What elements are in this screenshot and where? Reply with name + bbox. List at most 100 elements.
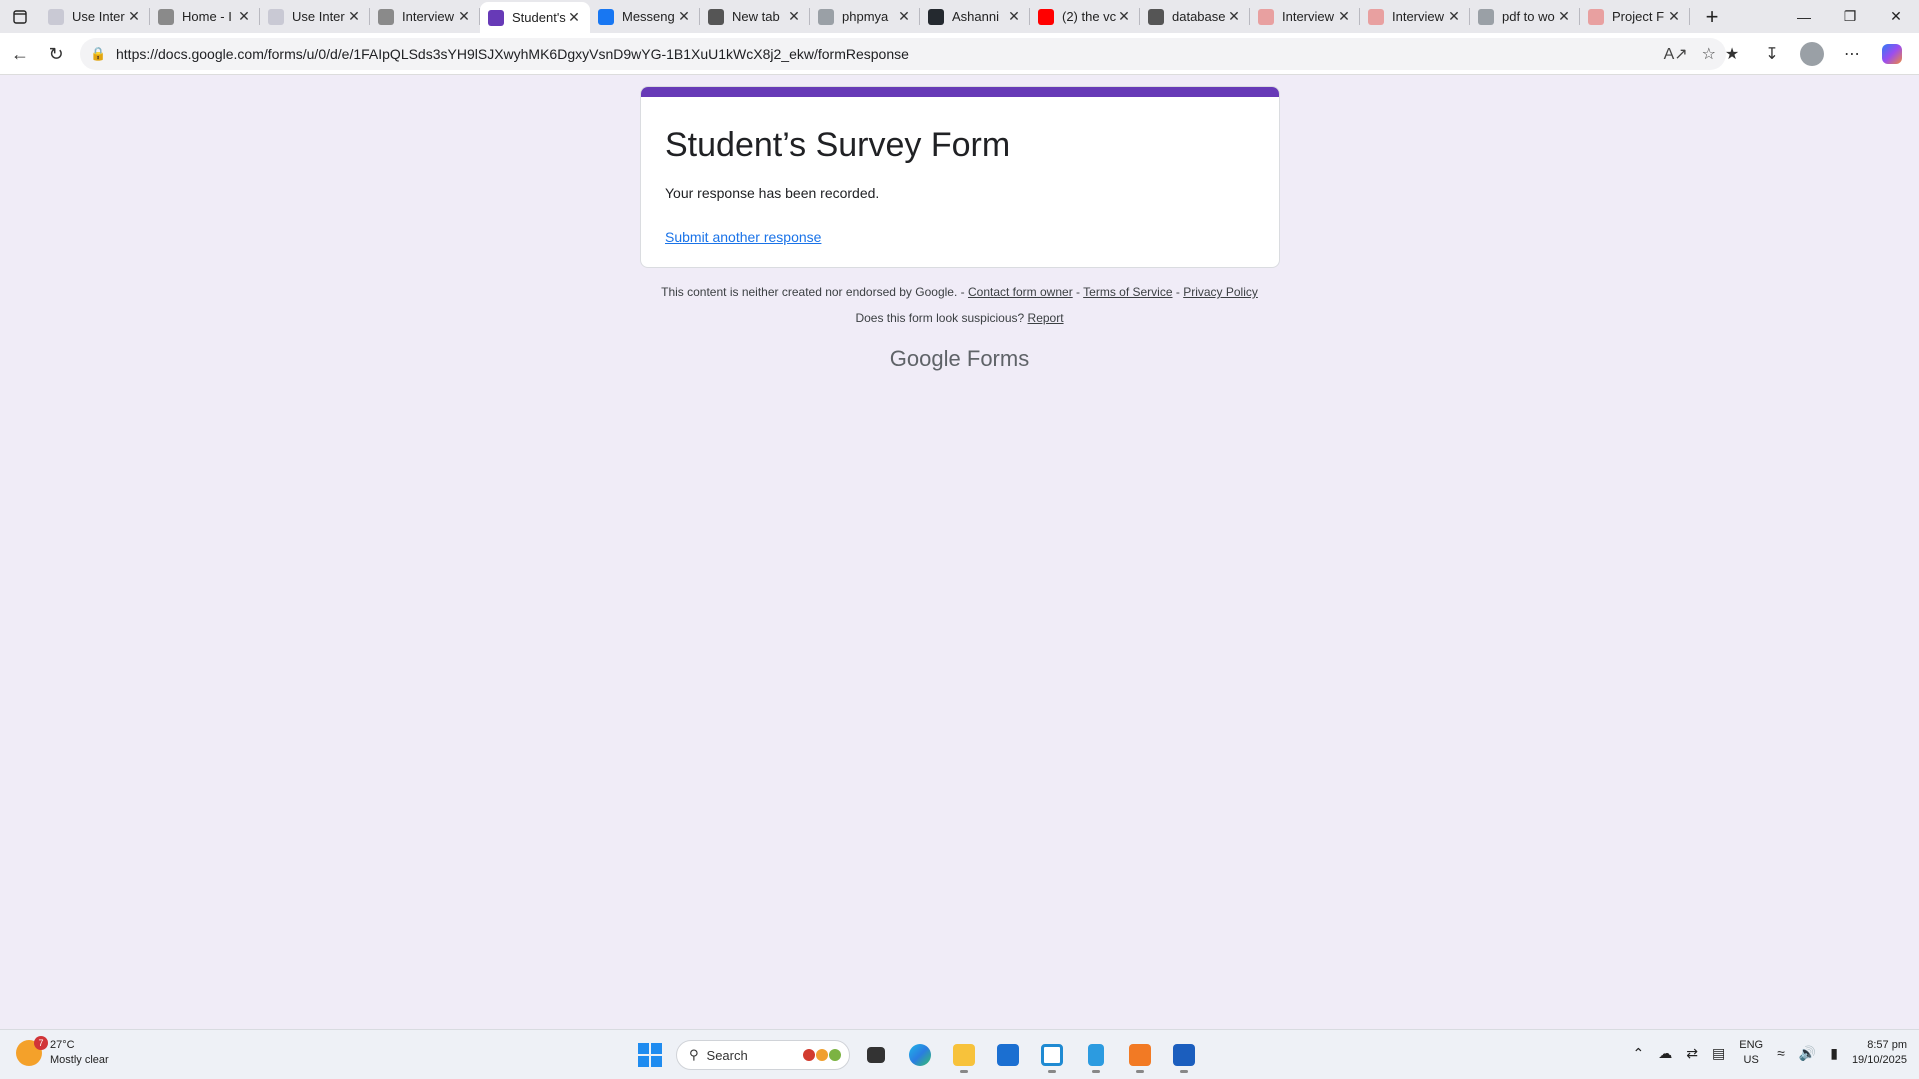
xampp-icon[interactable] [1122,1037,1158,1073]
chevron-up-icon[interactable]: ⌃ [1633,1045,1645,1062]
forms-icon [488,9,504,26]
browser-tab[interactable]: Use Inter ✕ [40,0,150,33]
downloads-icon[interactable]: ↧ [1755,37,1789,71]
window-controls: — ❐ ✕ [1781,0,1919,33]
browser-tab[interactable]: Interview ✕ [370,0,480,33]
google-forms-logo[interactable]: Google Forms [0,346,1919,372]
report-link[interactable]: Report [1028,311,1064,325]
notepad-icon[interactable] [1078,1037,1114,1073]
uc-icon [268,8,284,25]
tab-title: Home - I [182,9,232,24]
tab-actions-button[interactable] [0,0,40,33]
tab-close-icon[interactable]: ✕ [1666,8,1682,25]
close-window-button[interactable]: ✕ [1873,0,1919,33]
vscode-icon[interactable] [1034,1037,1070,1073]
tab-close-icon[interactable]: ✕ [1336,8,1352,25]
privacy-policy-link[interactable]: Privacy Policy [1183,285,1258,299]
favorite-star-icon[interactable]: ☆ [1702,44,1716,64]
taskbar: 7 27°C Mostly clear ⚲ Search ⌃ ☁ ⇄ ▤ ENG… [0,1029,1919,1079]
browser-tab[interactable]: Interview ✕ [1360,0,1470,33]
address-bar[interactable]: 🔒 https://docs.google.com/forms/u/0/d/e/… [80,38,1726,70]
word-icon[interactable] [1166,1037,1202,1073]
language-indicator[interactable]: ENG US [1739,1038,1763,1068]
submit-another-response-link[interactable]: Submit another response [665,229,821,245]
browser-tab[interactable]: Messeng ✕ [590,0,700,33]
profile-button[interactable] [1795,37,1829,71]
edge-browser-icon[interactable] [902,1037,938,1073]
tab-close-icon[interactable]: ✕ [786,8,802,25]
tab-title: Interview [1392,9,1445,24]
tab-close-icon[interactable]: ✕ [676,8,692,25]
tab-close-icon[interactable]: ✕ [346,8,362,25]
refresh-button[interactable]: ↻ [38,36,74,72]
suspicious-line: Does this form look suspicious? Report [0,311,1919,325]
wifi-icon[interactable]: ≈ [1777,1045,1785,1061]
tab-strip: Use Inter ✕ Home - I ✕ Use Inter ✕ Interview ✕ S… [40,0,1690,33]
read-aloud-icon[interactable]: A↗ [1664,44,1688,64]
disclaimer-text: This content is neither created nor endo… [661,285,958,299]
tab-title: Project F [1612,9,1665,24]
browser-tab[interactable]: New tab ✕ [700,0,810,33]
tab-close-icon[interactable]: ✕ [896,8,912,25]
restore-button[interactable]: ❐ [1827,0,1873,33]
back-button[interactable]: ← [2,36,38,72]
browser-tab[interactable]: Project F ✕ [1580,0,1690,33]
onedrive-icon[interactable]: ☁ [1658,1045,1672,1062]
browser-tab[interactable]: Interview ✕ [1250,0,1360,33]
more-menu-icon[interactable]: ⋯ [1835,37,1869,71]
tab-close-icon[interactable]: ✕ [566,9,582,26]
tab-close-icon[interactable]: ✕ [1556,8,1572,25]
tab-close-icon[interactable]: ✕ [1226,8,1242,25]
browser-tab[interactable]: Ashanni ✕ [920,0,1030,33]
facebook-icon [598,8,614,25]
volume-icon[interactable]: 🔊 [1799,1045,1816,1062]
youtube-icon [1038,8,1054,25]
google-wordmark: Google [889,346,961,371]
disclaimer-line: This content is neither created nor endo… [0,285,1919,299]
contact-form-owner-link[interactable]: Contact form owner [968,285,1073,299]
browser-tab[interactable]: database ✕ [1140,0,1250,33]
network-activity-icon[interactable]: ▤ [1712,1045,1725,1062]
browser-tab[interactable]: pdf to wo ✕ [1470,0,1580,33]
weather-widget[interactable]: 7 27°C Mostly clear [16,1036,109,1068]
uc-icon [48,8,64,25]
loading-icon [708,8,724,25]
terms-of-service-link[interactable]: Terms of Service [1083,285,1172,299]
transfer-icon[interactable]: ⇄ [1686,1045,1698,1062]
globe-icon [158,8,174,25]
browser-tab[interactable]: Home - I ✕ [150,0,260,33]
task-view-icon[interactable] [858,1037,894,1073]
minimize-button[interactable]: — [1781,0,1827,33]
tab-close-icon[interactable]: ✕ [1116,8,1132,25]
start-button[interactable] [632,1037,668,1073]
clock-date: 19/10/2025 [1851,1054,1907,1066]
loading-icon [1148,8,1164,25]
tab-title: database [1172,9,1226,24]
tab-title: pdf to wo [1502,9,1555,24]
tab-close-icon[interactable]: ✕ [1446,8,1462,25]
favorites-icon[interactable]: ★ [1715,37,1749,71]
tab-title: New tab [732,9,780,24]
url-text[interactable]: https://docs.google.com/forms/u/0/d/e/1F… [116,46,909,62]
browser-tab[interactable]: (2) the vc ✕ [1030,0,1140,33]
browser-toolbar: ★ ↧ ⋯ [1715,37,1909,71]
tab-title: Messeng [622,9,675,24]
tab-close-icon[interactable]: ✕ [126,8,142,25]
forms-wordmark: Forms [966,346,1030,371]
file-explorer-icon[interactable] [946,1037,982,1073]
tab-close-icon[interactable]: ✕ [236,8,252,25]
taskbar-search[interactable]: ⚲ Search [676,1040,850,1070]
pdf-icon [1258,8,1274,25]
tab-title: Interview [402,9,455,24]
search-highlight-icon [803,1049,841,1061]
clock[interactable]: 8:57 pm 19/10/2025 [1852,1038,1907,1068]
browser-tab[interactable]: Student's ✕ [480,2,590,33]
microsoft-store-icon[interactable] [990,1037,1026,1073]
browser-tab[interactable]: Use Inter ✕ [260,0,370,33]
browser-tab[interactable]: phpmya ✕ [810,0,920,33]
battery-icon[interactable]: ▮ [1830,1045,1838,1062]
tab-close-icon[interactable]: ✕ [456,8,472,25]
new-tab-button[interactable]: + [1696,0,1728,33]
tab-close-icon[interactable]: ✕ [1006,8,1022,25]
copilot-icon[interactable] [1875,37,1909,71]
